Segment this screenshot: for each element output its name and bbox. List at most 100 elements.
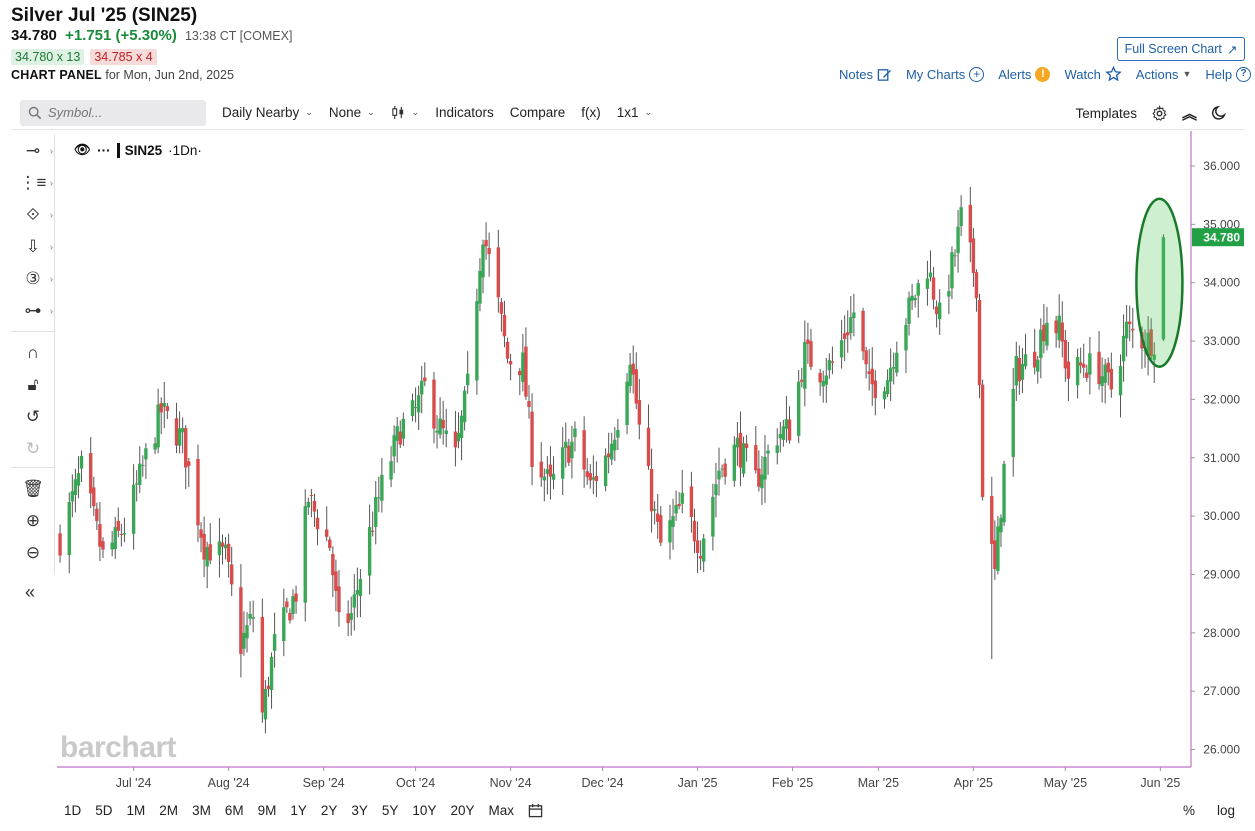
candle-body xyxy=(521,352,525,382)
candle-body xyxy=(377,497,381,499)
candle-body xyxy=(735,437,740,448)
candle-body xyxy=(760,474,764,489)
candle-body xyxy=(269,656,274,691)
price-tick-label: 36.000 xyxy=(1203,159,1240,173)
percent-toggle[interactable]: % xyxy=(1183,803,1195,818)
candle-body xyxy=(355,590,360,595)
candle-body xyxy=(778,434,783,439)
candle-body xyxy=(294,593,298,602)
time-tick-label: Feb '25 xyxy=(772,776,813,790)
legend-symbol: SIN25 xyxy=(116,142,162,158)
range-5d[interactable]: 5D xyxy=(95,803,112,818)
range-1d[interactable]: 1D xyxy=(64,803,81,818)
candle-body xyxy=(481,244,485,278)
range-6m[interactable]: 6M xyxy=(225,803,244,818)
candle-body xyxy=(79,455,84,469)
candle-body xyxy=(931,277,936,300)
candle-body xyxy=(882,391,887,400)
candle-body xyxy=(453,431,458,448)
candle-body xyxy=(934,306,939,315)
candle-body xyxy=(738,432,743,468)
price-tick-label: 27.000 xyxy=(1203,684,1240,698)
range-1y[interactable]: 1Y xyxy=(290,803,307,818)
candle-body xyxy=(916,283,920,296)
candle-body xyxy=(956,226,960,254)
candle-body xyxy=(398,431,402,445)
candle-body xyxy=(677,504,681,507)
price-tick-label: 34.000 xyxy=(1203,276,1240,290)
candle-body xyxy=(432,379,436,429)
candle-body xyxy=(113,527,117,549)
candle-body xyxy=(787,419,792,441)
range-5y[interactable]: 5Y xyxy=(382,803,399,818)
candle-body xyxy=(656,513,660,522)
candle-body xyxy=(827,360,832,371)
candle-body xyxy=(1032,351,1037,368)
candle-body xyxy=(325,529,329,537)
candle-body xyxy=(251,617,255,619)
candle-body xyxy=(131,484,136,534)
candle-body xyxy=(766,450,770,454)
range-3m[interactable]: 3M xyxy=(192,803,211,818)
eye-icon[interactable]: 👁︎ xyxy=(74,142,91,158)
candle-body xyxy=(732,444,737,481)
candle-body xyxy=(496,247,501,298)
candle-body xyxy=(1057,315,1061,341)
candle-body xyxy=(1014,355,1019,386)
candle-body xyxy=(842,333,847,339)
candle-body xyxy=(573,428,577,438)
candle-body xyxy=(444,430,448,435)
log-toggle[interactable]: log xyxy=(1217,803,1235,818)
calendar-icon[interactable] xyxy=(528,803,543,818)
candle-body xyxy=(698,555,703,559)
range-2y[interactable]: 2Y xyxy=(321,803,338,818)
legend-period: ·1Dn· xyxy=(168,142,202,158)
candle-body xyxy=(138,463,142,485)
candle-body xyxy=(591,477,596,480)
candle-body xyxy=(800,379,804,382)
range-1m[interactable]: 1M xyxy=(127,803,146,818)
candle-body xyxy=(993,540,997,570)
time-tick-label: Jul '24 xyxy=(116,776,152,790)
candle-body xyxy=(892,367,896,369)
candle-body xyxy=(239,587,243,655)
time-tick-label: Mar '25 xyxy=(858,776,899,790)
candle-body xyxy=(196,459,200,526)
candle-body xyxy=(950,252,954,289)
candle-body xyxy=(487,248,491,255)
candle-body xyxy=(401,418,406,439)
candle-body xyxy=(1023,354,1028,367)
candle-body xyxy=(380,474,384,501)
price-tick-label: 26.000 xyxy=(1203,742,1240,756)
range-3y[interactable]: 3Y xyxy=(351,803,368,818)
more-icon[interactable]: ··· xyxy=(97,143,111,158)
candle-body xyxy=(413,407,418,409)
range-9m[interactable]: 9M xyxy=(258,803,277,818)
candle-body xyxy=(977,299,982,386)
candle-body xyxy=(634,369,638,404)
range-10y[interactable]: 10Y xyxy=(412,803,436,818)
price-chart[interactable]: 26.000 27.000 28.000 29.000 30.000 31.000 32.0… xyxy=(0,0,1255,831)
candle-body xyxy=(328,539,332,549)
candle-body xyxy=(144,448,148,460)
candle-body xyxy=(288,612,292,621)
highlight-ellipse xyxy=(1135,197,1184,368)
range-2m[interactable]: 2M xyxy=(159,803,178,818)
candle-body xyxy=(1020,363,1025,380)
candle-body xyxy=(502,314,507,337)
candle-body xyxy=(1011,388,1015,457)
range-max[interactable]: Max xyxy=(488,803,514,818)
candle-body xyxy=(723,463,727,477)
candle-body xyxy=(953,255,957,257)
range-20y[interactable]: 20Y xyxy=(450,803,474,818)
candle-body xyxy=(220,542,225,547)
candle-body xyxy=(796,381,801,436)
candle-body xyxy=(852,312,856,319)
candle-body xyxy=(763,456,767,480)
time-tick-label: Oct '24 xyxy=(396,776,435,790)
candle-body xyxy=(818,372,822,383)
candle-body xyxy=(1082,363,1086,368)
candle-body xyxy=(867,371,871,375)
candle-body xyxy=(508,361,513,365)
candle-body xyxy=(830,361,835,363)
